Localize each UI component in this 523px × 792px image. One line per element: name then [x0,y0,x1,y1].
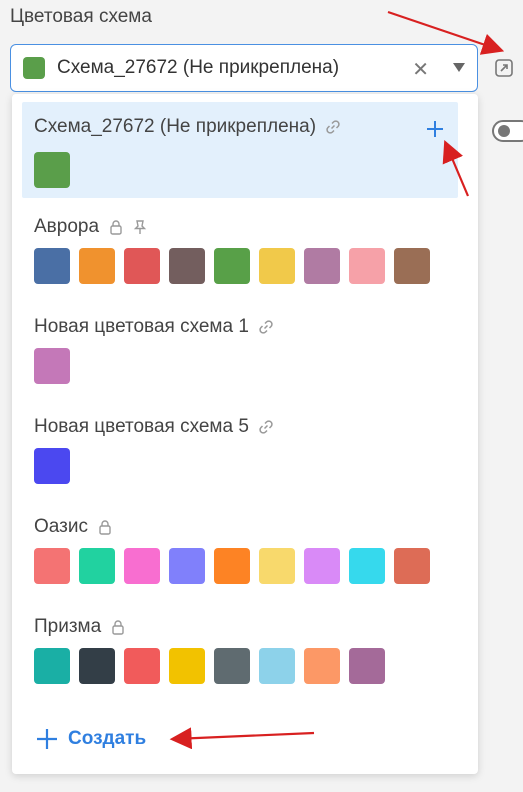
color-swatch[interactable] [34,448,70,484]
lock-icon [99,520,111,535]
lock-icon [110,220,122,235]
color-swatch[interactable] [214,548,250,584]
color-swatch[interactable] [124,248,160,284]
link-icon [259,420,273,434]
color-swatch[interactable] [349,248,385,284]
color-swatch[interactable] [304,648,340,684]
scheme-item-new-1[interactable]: Новая цветовая схема 1 [22,306,458,396]
selected-scheme-value: Схема_27672 (Не прикреплена) [57,57,340,78]
color-scheme-select[interactable]: Схема_27672 (Не прикреплена) ✕ [10,44,478,92]
create-label: Создать [68,728,147,749]
scheme-item-current[interactable]: Схема_27672 (Не прикреплена) [22,102,458,198]
pin-icon [133,220,147,234]
color-swatch[interactable] [34,348,70,384]
scheme-item-oasis[interactable]: Оазис [22,506,458,596]
scheme-item-avrora[interactable]: Аврора [22,206,458,296]
scheme-name: Оазис [34,516,88,537]
color-swatch[interactable] [349,648,385,684]
color-swatch[interactable] [79,648,115,684]
color-scheme-label: Цветовая схема [10,6,152,27]
color-swatch[interactable] [259,548,295,584]
color-scheme-dropdown: Схема_27672 (Не прикреплена) Аврора Нова… [12,94,478,774]
color-swatch[interactable] [34,152,70,188]
add-color-icon[interactable] [426,120,444,138]
color-swatch[interactable] [349,548,385,584]
scheme-name: Аврора [34,216,100,237]
color-swatch[interactable] [34,648,70,684]
scheme-swatches [34,548,430,584]
color-swatch[interactable] [394,248,430,284]
color-swatch[interactable] [34,548,70,584]
scheme-swatches [34,448,70,484]
scheme-name: Новая цветовая схема 5 [34,416,249,437]
scheme-swatches [34,248,430,284]
scheme-name: Призма [34,616,102,637]
color-swatch[interactable] [79,548,115,584]
color-swatch[interactable] [79,248,115,284]
color-swatch[interactable] [394,548,430,584]
color-swatch[interactable] [304,248,340,284]
color-swatch[interactable] [124,548,160,584]
color-swatch[interactable] [34,248,70,284]
link-icon [326,120,340,134]
lock-icon [112,620,124,635]
link-icon [259,320,273,334]
create-scheme-button[interactable]: Создать [36,728,146,750]
scheme-swatches [34,152,70,188]
scheme-item-new-5[interactable]: Новая цветовая схема 5 [22,406,458,496]
color-swatch[interactable] [169,648,205,684]
open-external-icon[interactable] [494,58,514,78]
clear-icon[interactable]: ✕ [412,57,429,82]
color-swatch[interactable] [304,548,340,584]
scheme-item-prizma[interactable]: Призма [22,606,458,696]
plus-icon [37,729,57,749]
color-swatch[interactable] [124,648,160,684]
color-swatch[interactable] [214,648,250,684]
scheme-name: Новая цветовая схема 1 [34,316,249,337]
selected-scheme-swatch [23,57,45,79]
scheme-name: Схема_27672 (Не прикреплена) [34,116,317,137]
chevron-down-icon[interactable] [453,63,465,72]
color-swatch[interactable] [259,248,295,284]
color-swatch[interactable] [169,548,205,584]
color-swatch[interactable] [169,248,205,284]
scheme-swatches [34,648,385,684]
toggle-switch[interactable] [492,120,523,142]
color-swatch[interactable] [259,648,295,684]
scheme-swatches [34,348,70,384]
color-swatch[interactable] [214,248,250,284]
